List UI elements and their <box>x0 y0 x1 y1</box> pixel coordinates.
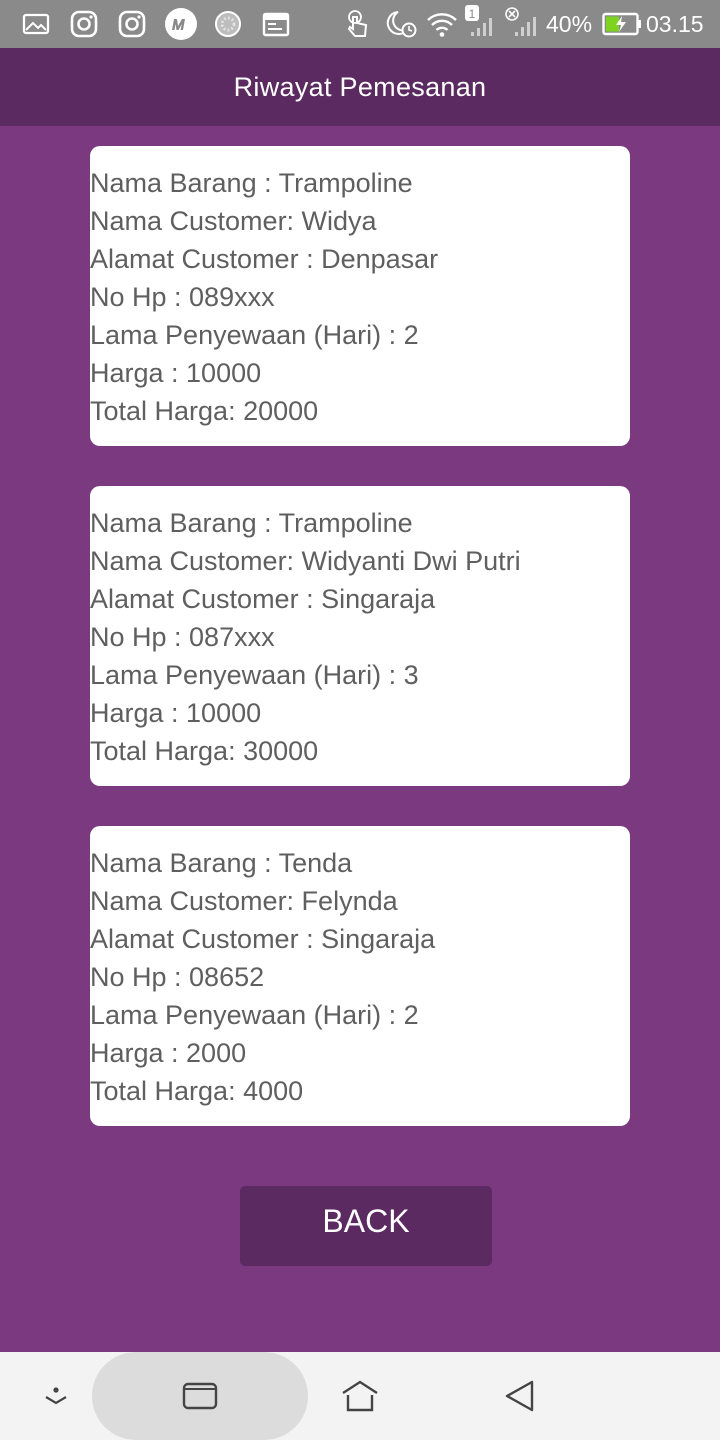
rental-duration: Lama Penyewaan (Hari) : 3 <box>90 660 419 690</box>
customer-name: Nama Customer: Widyanti Dwi Putri <box>90 546 521 576</box>
app-bar: Riwayat Pemesanan <box>0 48 720 126</box>
calendar-icon <box>262 10 290 38</box>
signal-icon: 1 <box>462 4 498 38</box>
phone-number: No Hp : 08652 <box>90 962 265 992</box>
instagram-icon <box>118 10 146 38</box>
customer-address: Alamat Customer : Singaraja <box>90 584 436 614</box>
customer-name: Nama Customer: Widya <box>90 206 377 236</box>
order-card: Nama Barang : Trampoline Nama Customer: … <box>90 146 630 446</box>
hide-nav-icon[interactable] <box>32 1372 80 1420</box>
rental-duration: Lama Penyewaan (Hari) : 2 <box>90 1000 419 1030</box>
total-price: Total Harga: 20000 <box>90 396 319 426</box>
status-bar: 1 40% 03.15 <box>0 0 720 48</box>
back-icon[interactable] <box>496 1372 544 1420</box>
customer-address: Alamat Customer : Denpasar <box>90 244 439 274</box>
night-alarm-icon <box>384 10 420 38</box>
recent-apps-icon[interactable] <box>176 1372 224 1420</box>
loading-icon <box>214 10 242 38</box>
phone-number: No Hp : 089xxx <box>90 282 275 312</box>
navigation-bar <box>0 1352 720 1440</box>
rental-duration: Lama Penyewaan (Hari) : 2 <box>90 320 419 350</box>
order-details: Nama Barang : Trampoline Nama Customer: … <box>90 164 438 430</box>
m-app-icon <box>164 7 198 41</box>
item-name: Nama Barang : Tenda <box>90 848 353 878</box>
back-button[interactable]: BACK <box>240 1186 492 1266</box>
wifi-icon <box>426 10 458 38</box>
battery-percent: 40% <box>546 11 593 37</box>
customer-name: Nama Customer: Felynda <box>90 886 398 916</box>
gallery-icon <box>22 10 50 38</box>
signal-off-icon <box>504 6 540 38</box>
order-card: Nama Barang : Tenda Nama Customer: Felyn… <box>90 826 630 1126</box>
item-name: Nama Barang : Trampoline <box>90 508 413 538</box>
home-icon[interactable] <box>336 1372 384 1420</box>
order-details: Nama Barang : Tenda Nama Customer: Felyn… <box>90 844 435 1110</box>
price: Harga : 10000 <box>90 358 262 388</box>
customer-address: Alamat Customer : Singaraja <box>90 924 436 954</box>
order-details: Nama Barang : Trampoline Nama Customer: … <box>90 504 521 770</box>
item-name: Nama Barang : Trampoline <box>90 168 413 198</box>
total-price: Total Harga: 4000 <box>90 1076 304 1106</box>
total-price: Total Harga: 30000 <box>90 736 319 766</box>
notification-badge: 1 <box>469 7 476 21</box>
page-title: Riwayat Pemesanan <box>233 71 487 102</box>
battery-charging-icon <box>602 10 642 38</box>
phone-number: No Hp : 087xxx <box>90 622 275 652</box>
order-card: Nama Barang : Trampoline Nama Customer: … <box>90 486 630 786</box>
price: Harga : 2000 <box>90 1038 247 1068</box>
price: Harga : 10000 <box>90 698 262 728</box>
clock: 03.15 <box>646 11 704 37</box>
instagram-icon <box>70 10 98 38</box>
touch-icon <box>344 10 372 38</box>
